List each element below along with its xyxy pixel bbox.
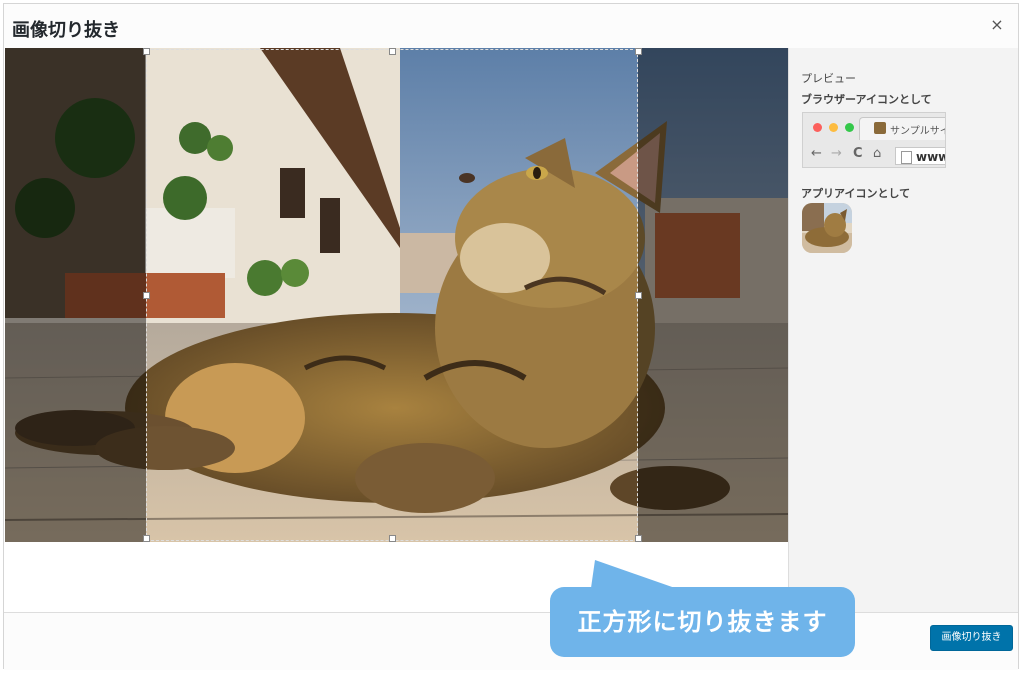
crop-image-dialog: 画像切り抜き × プレビュー ブラウザーアイコンとして サンプルサイ ← → C… xyxy=(3,3,1019,670)
crop-area xyxy=(4,48,788,613)
dialog-footer: 画像切り抜き xyxy=(4,612,1018,670)
close-dot-icon xyxy=(813,123,822,132)
crop-handle-bottom-left[interactable] xyxy=(143,535,150,542)
cat-photo[interactable] xyxy=(5,48,788,542)
forward-arrow-icon: → xyxy=(831,146,842,161)
crop-handle-top-left[interactable] xyxy=(143,48,150,55)
browser-icon-heading: ブラウザーアイコンとして xyxy=(801,93,932,106)
crop-handle-left[interactable] xyxy=(143,292,150,299)
crop-shade-right xyxy=(638,48,788,542)
crop-image-button[interactable]: 画像切り抜き xyxy=(930,625,1013,651)
minimize-dot-icon xyxy=(829,123,838,132)
page-icon xyxy=(901,151,912,164)
annotation-callout: 正方形に切り抜きます xyxy=(550,587,855,657)
dialog-title: 画像切り抜き xyxy=(12,20,120,41)
crop-handle-right[interactable] xyxy=(635,292,642,299)
callout-tail xyxy=(591,560,675,588)
preview-sidebar: プレビュー ブラウザーアイコンとして サンプルサイ ← → C ⌂ www. ア… xyxy=(788,48,1018,613)
app-icon-heading: アプリアイコンとして xyxy=(801,187,911,200)
crop-handle-top[interactable] xyxy=(389,48,396,55)
crop-handle-bottom-right[interactable] xyxy=(635,535,642,542)
crop-handle-bottom[interactable] xyxy=(389,535,396,542)
preview-heading: プレビュー xyxy=(801,72,856,85)
url-bar: www. xyxy=(895,147,945,165)
back-arrow-icon: ← xyxy=(811,146,822,161)
dialog-header: 画像切り抜き × xyxy=(4,4,1018,49)
maximize-dot-icon xyxy=(845,123,854,132)
app-icon-preview xyxy=(802,203,852,253)
close-icon[interactable]: × xyxy=(986,14,1008,36)
crop-selection[interactable] xyxy=(146,49,638,541)
browser-tab-title: サンプルサイ xyxy=(890,126,946,137)
url-text: www. xyxy=(916,150,945,164)
site-favicon-icon xyxy=(874,122,886,134)
browser-tab: サンプルサイ xyxy=(859,117,946,140)
crop-shade-left xyxy=(5,48,146,542)
browser-preview: サンプルサイ ← → C ⌂ www. xyxy=(802,112,946,168)
crop-handle-top-right[interactable] xyxy=(635,48,642,55)
home-icon: ⌂ xyxy=(873,146,882,161)
reload-icon: C xyxy=(853,146,863,161)
